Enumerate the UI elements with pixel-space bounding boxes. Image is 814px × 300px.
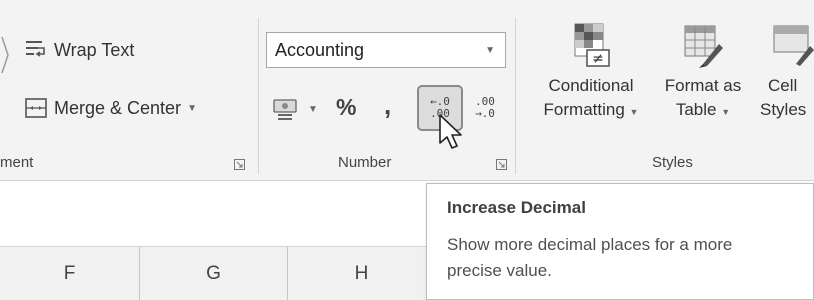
conditional-formatting-label-line2: Formatting ▼ bbox=[543, 100, 639, 119]
format-as-table-icon bbox=[681, 22, 725, 68]
conditional-formatting-dropdown-icon[interactable]: ▼ bbox=[630, 107, 639, 117]
styles-group-label: Styles bbox=[652, 154, 693, 171]
format-as-table-button[interactable]: Format as Table ▼ bbox=[656, 22, 750, 124]
number-format-dropdown-icon[interactable]: ▼ bbox=[485, 45, 495, 56]
alignment-edge-marker bbox=[0, 35, 10, 75]
wrap-text-icon bbox=[24, 38, 48, 62]
number-format-value: Accounting bbox=[275, 39, 365, 60]
conditional-formatting-label-line1: Conditional bbox=[548, 76, 634, 95]
svg-text:≠: ≠ bbox=[592, 51, 604, 67]
accounting-format-icon bbox=[272, 96, 302, 122]
conditional-formatting-icon: ≠ bbox=[569, 22, 613, 68]
accounting-format-dropdown-icon[interactable]: ▼ bbox=[308, 104, 318, 115]
mouse-cursor-icon bbox=[437, 113, 463, 151]
merge-center-dropdown-icon[interactable]: ▼ bbox=[187, 103, 197, 114]
percent-style-label: % bbox=[336, 94, 357, 120]
merge-center-icon bbox=[24, 96, 48, 120]
comma-style-button[interactable]: , bbox=[384, 90, 391, 121]
group-separator bbox=[515, 18, 516, 174]
wrap-text-button[interactable]: Wrap Text bbox=[24, 38, 134, 62]
number-group-label: Number bbox=[338, 154, 392, 171]
increase-decimal-tooltip: Increase Decimal Show more decimal place… bbox=[426, 183, 814, 300]
alignment-group-label: ment bbox=[0, 154, 34, 171]
format-as-table-dropdown-icon[interactable]: ▼ bbox=[721, 107, 730, 117]
number-format-dropdown[interactable]: Accounting ▼ bbox=[266, 32, 506, 68]
merge-center-label: Merge & Center bbox=[54, 97, 182, 118]
accounting-format-button[interactable]: ▼ bbox=[272, 96, 318, 122]
alignment-dialog-launcher-icon[interactable] bbox=[234, 157, 245, 170]
number-dialog-launcher-icon[interactable] bbox=[496, 157, 507, 170]
column-header-g[interactable]: G bbox=[140, 247, 288, 300]
cell-styles-label-line1: Cell bbox=[768, 76, 798, 95]
tooltip-title: Increase Decimal bbox=[447, 198, 586, 217]
decrease-decimal-button[interactable]: .00 →.0 bbox=[468, 88, 502, 128]
format-as-table-label-line2: Table ▼ bbox=[675, 100, 731, 119]
wrap-text-label: Wrap Text bbox=[54, 39, 135, 60]
cell-styles-button[interactable]: Cell Styles bbox=[760, 22, 814, 122]
percent-style-button[interactable]: % bbox=[336, 94, 356, 121]
tooltip-description: Show more decimal places for a more prec… bbox=[447, 235, 733, 280]
column-header-f[interactable]: F bbox=[0, 247, 140, 300]
ribbon: Wrap Text Merge & Center ▼ ment Accounti… bbox=[0, 0, 814, 181]
format-as-table-label-line1: Format as bbox=[664, 76, 742, 95]
merge-center-button[interactable]: Merge & Center ▼ bbox=[24, 96, 197, 120]
comma-style-label: , bbox=[384, 90, 392, 120]
column-header-h[interactable]: H bbox=[288, 247, 436, 300]
cell-styles-icon bbox=[770, 22, 814, 68]
cell-styles-label-line2: Styles bbox=[760, 100, 807, 119]
decrease-decimal-icon-bottom: →.0 bbox=[475, 107, 495, 120]
conditional-formatting-button[interactable]: ≠ Conditional Formatting ▼ bbox=[528, 22, 654, 124]
group-separator bbox=[258, 18, 259, 174]
